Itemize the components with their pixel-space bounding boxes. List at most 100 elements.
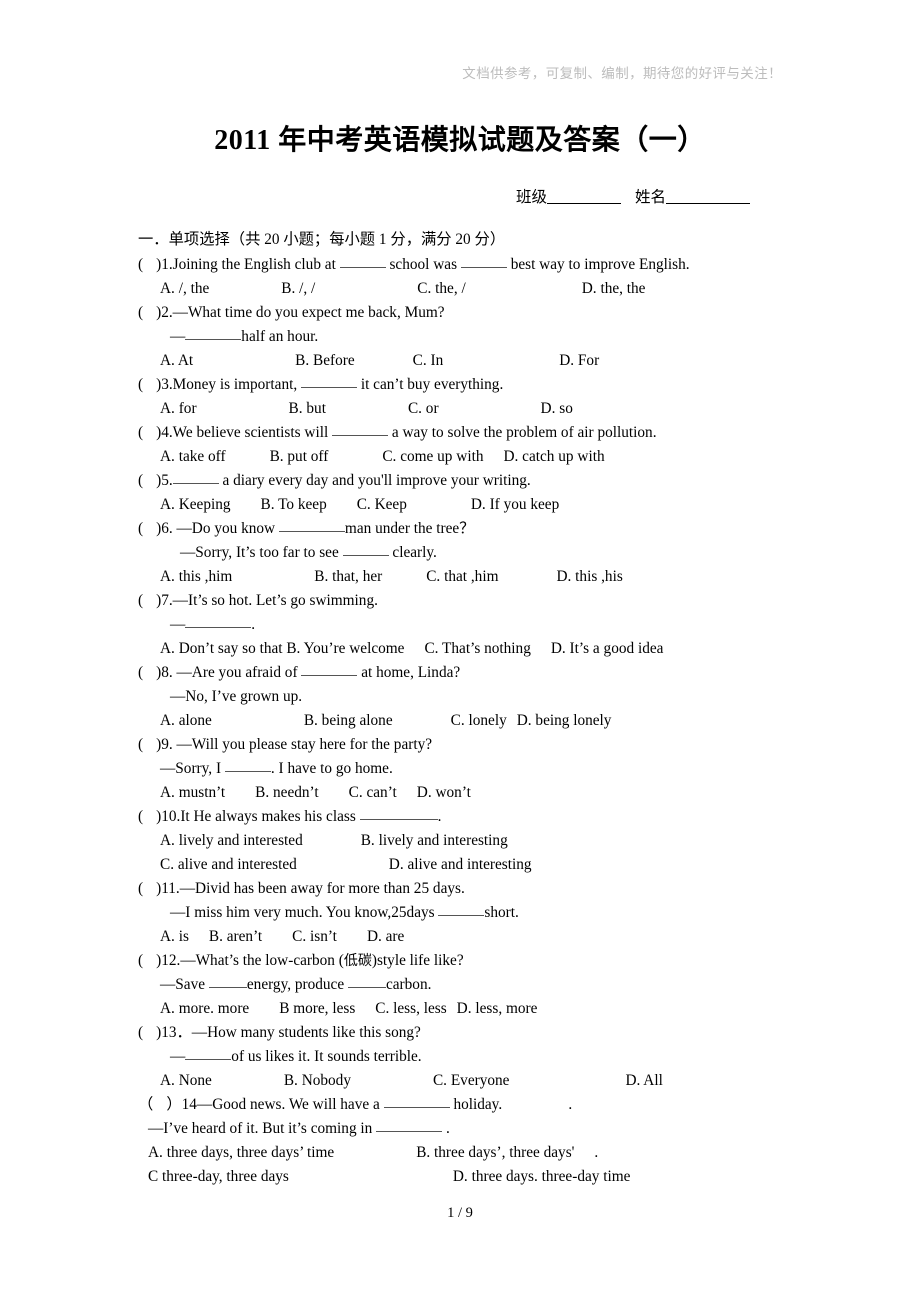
- answer-bracket[interactable]: (: [138, 733, 156, 757]
- option-a[interactable]: A. for: [160, 400, 197, 417]
- blank[interactable]: [342, 555, 389, 556]
- blank[interactable]: [376, 1131, 443, 1132]
- option-d[interactable]: D. less, more: [457, 1000, 538, 1017]
- option-a[interactable]: A. lively and interested: [160, 832, 303, 849]
- option-a[interactable]: A. three days, three days’ time: [148, 1144, 334, 1161]
- option-c[interactable]: C. can’t: [349, 784, 397, 801]
- option-b[interactable]: B. Before: [295, 352, 354, 369]
- option-b[interactable]: B. three days’, three days': [416, 1144, 574, 1161]
- answer-bracket[interactable]: (: [138, 1021, 156, 1045]
- blank[interactable]: [347, 987, 386, 988]
- option-d[interactable]: D. three days. three-day time: [453, 1168, 631, 1185]
- option-d[interactable]: D. so: [541, 400, 573, 417]
- option-d[interactable]: D. being lonely: [517, 712, 612, 729]
- option-b[interactable]: B. but: [289, 400, 326, 417]
- option-b[interactable]: B. that, her: [314, 568, 382, 585]
- option-a[interactable]: A. Keeping: [160, 496, 231, 513]
- question-reply: —I’ve heard of it. But it’s coming in .: [148, 1120, 450, 1137]
- answer-bracket[interactable]: (: [138, 301, 156, 325]
- option-c[interactable]: C. the, /: [417, 280, 465, 297]
- blank[interactable]: [438, 915, 485, 916]
- option-d[interactable]: D. this ,his: [556, 568, 622, 585]
- option-b[interactable]: B. Nobody: [284, 1072, 351, 1089]
- blank[interactable]: [185, 339, 242, 340]
- option-c[interactable]: C. lonely: [451, 712, 507, 729]
- question-reply: — of us likes it. It sounds terrible.: [170, 1048, 422, 1065]
- answer-bracket[interactable]: (: [138, 253, 156, 277]
- option-c[interactable]: C. Keep: [357, 496, 407, 513]
- option-c[interactable]: C. come up with: [382, 448, 483, 465]
- answer-bracket[interactable]: (: [138, 373, 156, 397]
- option-b[interactable]: B. put off: [270, 448, 329, 465]
- watermark-text: 文档供参考，可复制、编制，期待您的好评与关注！: [462, 66, 782, 82]
- blank[interactable]: [339, 267, 386, 268]
- answer-bracket[interactable]: (: [138, 469, 156, 493]
- answer-bracket[interactable]: (: [138, 517, 156, 541]
- name-blank[interactable]: [666, 203, 750, 204]
- answer-bracket[interactable]: (: [138, 877, 156, 901]
- option-d[interactable]: D. It’s a good idea: [551, 640, 664, 657]
- option-d[interactable]: D. All: [625, 1072, 662, 1089]
- question-reply: —Sorry, I . I have to go home.: [160, 760, 393, 777]
- option-d[interactable]: D. catch up with: [503, 448, 604, 465]
- blank[interactable]: [208, 987, 247, 988]
- question-item: ()10.It He always makes his class . A. l…: [138, 805, 738, 877]
- option-a[interactable]: A. take off: [160, 448, 226, 465]
- option-b[interactable]: B. lively and interesting: [361, 832, 508, 849]
- option-d[interactable]: D. won’t: [417, 784, 471, 801]
- option-c[interactable]: C. that ,him: [426, 568, 498, 585]
- answer-bracket[interactable]: (: [138, 949, 156, 973]
- class-blank[interactable]: [546, 203, 621, 204]
- blank[interactable]: [278, 531, 345, 532]
- option-b[interactable]: B. needn’t: [255, 784, 318, 801]
- option-a[interactable]: A. mustn’t: [160, 784, 225, 801]
- answer-bracket[interactable]: (: [138, 589, 156, 613]
- option-d[interactable]: D. are: [367, 928, 404, 945]
- option-a[interactable]: A. Don’t say so that: [160, 640, 283, 657]
- option-b[interactable]: B. /, /: [281, 280, 315, 297]
- question-item: ()1.Joining the English club at school w…: [138, 253, 738, 301]
- option-b[interactable]: B more, less: [279, 1000, 355, 1017]
- blank[interactable]: [185, 627, 252, 628]
- option-c[interactable]: C. or: [408, 400, 439, 417]
- blank[interactable]: [301, 675, 358, 676]
- option-a[interactable]: A. this ,him: [160, 568, 232, 585]
- stray-period: .: [568, 1096, 573, 1113]
- option-d[interactable]: D. alive and interesting: [389, 856, 532, 873]
- blank[interactable]: [460, 267, 507, 268]
- blank[interactable]: [172, 483, 219, 484]
- option-a[interactable]: A. alone: [160, 712, 212, 729]
- blank[interactable]: [332, 435, 389, 436]
- option-a[interactable]: A. None: [160, 1072, 212, 1089]
- option-c[interactable]: C. That’s nothing: [424, 640, 530, 657]
- option-c[interactable]: C. alive and interested: [160, 856, 297, 873]
- option-b[interactable]: B. You’re welcome: [286, 640, 404, 657]
- option-c[interactable]: C. isn’t: [292, 928, 337, 945]
- option-a[interactable]: A. At: [160, 352, 193, 369]
- question-item: ()4.We believe scientists will a way to …: [138, 421, 738, 469]
- option-d[interactable]: D. For: [559, 352, 599, 369]
- option-a[interactable]: A. /, the: [160, 280, 209, 297]
- option-d[interactable]: D. If you keep: [471, 496, 559, 513]
- question-options: A. lively and interested B. lively and in…: [138, 829, 738, 853]
- option-b[interactable]: B. To keep: [261, 496, 327, 513]
- option-b[interactable]: B. aren’t: [209, 928, 262, 945]
- answer-bracket[interactable]: (: [138, 805, 156, 829]
- answer-bracket[interactable]: (: [138, 421, 156, 445]
- option-c[interactable]: C. less, less: [375, 1000, 446, 1017]
- option-b[interactable]: B. being alone: [304, 712, 393, 729]
- blank[interactable]: [185, 1059, 232, 1060]
- blank[interactable]: [224, 771, 271, 772]
- answer-bracket[interactable]: （: [138, 1093, 166, 1117]
- blank[interactable]: [383, 1107, 450, 1108]
- option-a[interactable]: A. is: [160, 928, 189, 945]
- option-a[interactable]: A. more. more: [160, 1000, 249, 1017]
- question-stem: （）14—Good news. We will have a holiday..: [138, 1093, 738, 1117]
- blank[interactable]: [301, 387, 357, 388]
- option-c[interactable]: C. In: [413, 352, 444, 369]
- option-c[interactable]: C. Everyone: [433, 1072, 509, 1089]
- option-d[interactable]: D. the, the: [582, 280, 646, 297]
- option-c[interactable]: C three-day, three days: [148, 1168, 289, 1185]
- answer-bracket[interactable]: (: [138, 661, 156, 685]
- blank[interactable]: [359, 819, 438, 820]
